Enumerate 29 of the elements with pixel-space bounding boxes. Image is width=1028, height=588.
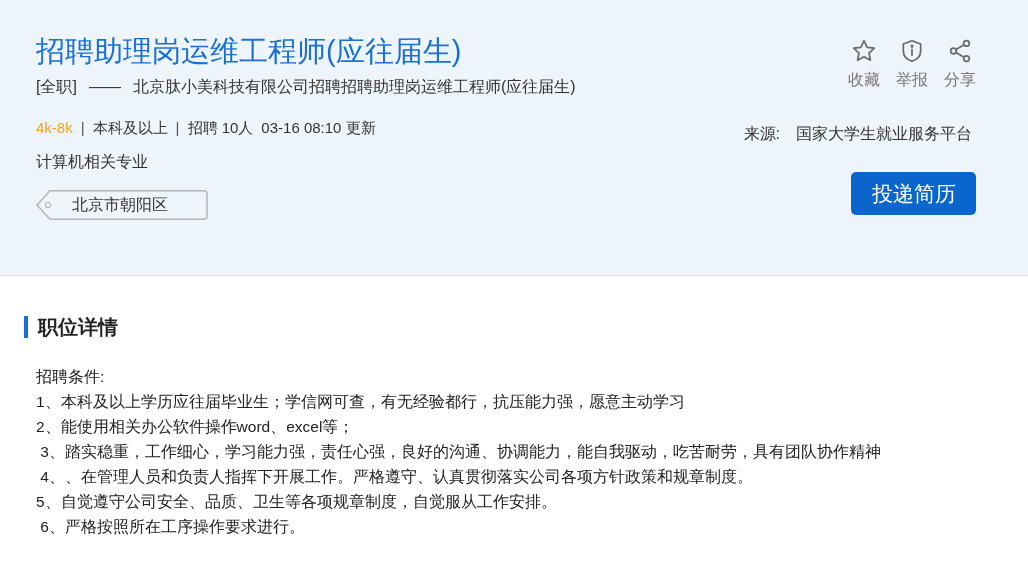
source-label: 来源: — [743, 124, 780, 144]
major: 计算机相关专业 — [36, 151, 149, 172]
job-title: 招聘助理岗运维工程师(应往届生) — [36, 34, 463, 69]
requirement-line: 1、本科及以上学历应往届毕业生；学信网可查，有无经验都行，抗压能力强，愿意主动学习 — [36, 392, 686, 412]
action-button[interactable]: 分享 — [944, 38, 976, 92]
location-tag: 北京市朝阳区 — [36, 189, 208, 220]
headcount: 招聘 10人 — [187, 118, 254, 138]
separator-text: | — [175, 118, 180, 138]
salary: 4k-8k — [36, 118, 73, 138]
star-icon — [851, 38, 877, 64]
action-button[interactable]: 举报 — [896, 38, 928, 92]
separator-text: | — [80, 118, 85, 138]
requirement-line: 6、严格按照所在工序操作要求进行。 — [39, 517, 306, 537]
job-type: [全职] — [36, 77, 77, 97]
requirement-line: 招聘条件: — [36, 367, 106, 387]
requirement-line: 3、踏实稳重，工作细心，学习能力强，责任心强，良好的沟通、协调能力，能自我驱动，吃苦耐劳，具有团队协作精神 — [39, 442, 882, 462]
share-icon — [947, 38, 973, 64]
shield-icon — [899, 38, 925, 64]
section-heading: 职位详情 — [38, 315, 118, 340]
apply-button[interactable]: 投递简历 — [851, 172, 976, 215]
requirement-line: 4、、在管理人员和负责人指挥下开展工作。严格遵守、认真贯彻落实公司各项方针政策和规章制度。 — [39, 467, 754, 487]
education: 本科及以上 — [92, 118, 168, 138]
update-time: 03-16 08:10 更新 — [261, 118, 376, 138]
separator-dash: —— — [88, 77, 121, 97]
requirement-line: 5、自觉遵守公司安全、品质、卫生等各项规章制度，自觉服从工作安排。 — [36, 492, 558, 512]
action-button[interactable]: 收藏 — [848, 38, 880, 92]
source-value: 国家大学生就业服务平台 — [796, 124, 972, 144]
company-line: 北京肽小美科技有限公司招聘招聘助理岗运维工程师(应往届生) — [132, 77, 576, 97]
requirement-line: 2、能使用相关办公软件操作word、excel等； — [36, 417, 356, 437]
